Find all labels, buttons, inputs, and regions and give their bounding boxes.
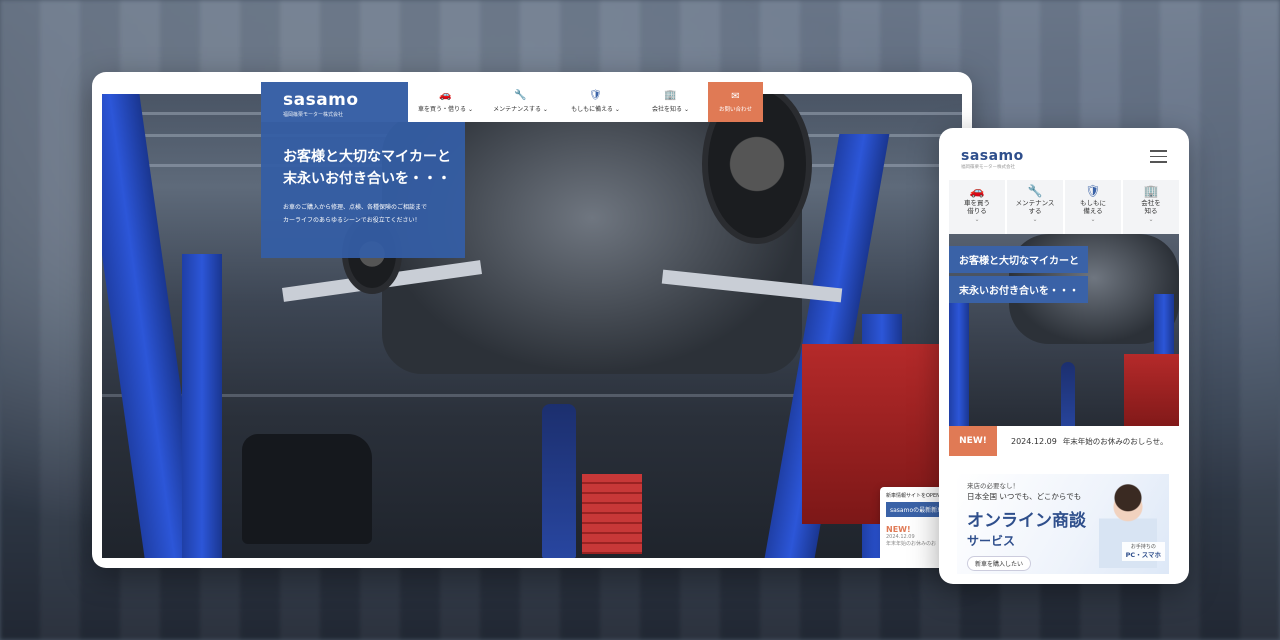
hero-copy-box: お客様と大切なマイカーと 末永いお付き合いを・・・ お車のご購入から修理、点検、… bbox=[261, 122, 465, 258]
mobile-hero-tag-2: 末永いお付き合いを・・・ bbox=[949, 276, 1088, 303]
chevron-down-icon: ⌄ bbox=[1090, 215, 1096, 223]
mobile-nav-insurance[interactable]: 🛡 もしもに 備える ⌄ bbox=[1065, 180, 1121, 234]
chevron-down-icon: ⌄ bbox=[974, 215, 980, 223]
buy-new-car-button[interactable]: 新車を購入したい bbox=[967, 556, 1032, 571]
hero-text: お車のご購入から修理、点検、各種保険のご相談まで カーライフのあらゆるシーンでお… bbox=[283, 202, 465, 227]
site-logo[interactable]: sasamo 福岡篠栗モーター株式会社 bbox=[261, 82, 408, 122]
nav-maintenance[interactable]: 🔧 メンテナンスする ⌄ bbox=[483, 82, 558, 122]
desktop-mockup: 新車情報サイトをOPENし sasamoの最新新車 NEW! 2024.12.0… bbox=[92, 72, 972, 568]
hamburger-menu-icon[interactable] bbox=[1150, 150, 1167, 167]
car-icon: 🚗 bbox=[439, 90, 452, 101]
nav-label: もしもに備える ⌄ bbox=[571, 106, 620, 113]
global-nav: 🚗 車を買う・借りる ⌄ 🔧 メンテナンスする ⌄ 🛡 もしもに備える ⌄ 🏢 … bbox=[408, 82, 763, 122]
hero-text-line1: お車のご購入から修理、点検、各種保険のご相談まで bbox=[283, 204, 428, 212]
nav-company[interactable]: 🏢 会社を知る ⌄ bbox=[633, 82, 708, 122]
nav-label-line2: 借りる bbox=[967, 206, 987, 215]
contact-label: お問い合わせ bbox=[718, 106, 752, 113]
banner-title-2: サービス bbox=[967, 534, 1016, 548]
nav-label-line2: する bbox=[1028, 206, 1042, 215]
mobile-hero-tag-1: お客様と大切なマイカーと bbox=[949, 246, 1088, 273]
news-date: 2024.12.09 bbox=[1011, 436, 1057, 446]
mobile-nav: 🚗 車を買う 借りる ⌄ 🔧 メンテナンス する ⌄ 🛡 もしもに 備える ⌄ … bbox=[949, 180, 1179, 234]
banner-mid-text: 日本全国 いつでも、どこからでも bbox=[967, 492, 1082, 501]
mobile-nav-buy-rent[interactable]: 🚗 車を買う 借りる ⌄ bbox=[949, 180, 1005, 234]
nav-buy-rent[interactable]: 🚗 車を買う・借りる ⌄ bbox=[408, 82, 483, 122]
brand-subtitle: 福岡篠栗モーター株式会社 bbox=[283, 112, 344, 118]
chevron-down-icon: ⌄ bbox=[1032, 215, 1038, 223]
mail-icon: ✉ bbox=[731, 90, 740, 102]
mobile-news-row[interactable]: NEW! 2024.12.09 年末年始のお休みのおしらせ。 bbox=[949, 426, 1179, 456]
brand-name: sasamo bbox=[283, 90, 359, 110]
banner-title: オンライン商談 bbox=[967, 511, 1086, 531]
hero-text-line2: カーライフのあらゆるシーンでお役立てください！ bbox=[283, 216, 421, 224]
hero-title-line1: お客様と大切なマイカーと bbox=[283, 149, 451, 165]
contact-button[interactable]: ✉ お問い合わせ bbox=[708, 82, 763, 122]
shield-hands-icon: 🛡 bbox=[589, 90, 602, 101]
banner-device-label: お手持ちの PC・スマホ bbox=[1121, 542, 1165, 561]
desktop-screen: 新車情報サイトをOPENし sasamoの最新新車 NEW! 2024.12.0… bbox=[102, 94, 962, 558]
mobile-nav-company[interactable]: 🏢 会社を 知る ⌄ bbox=[1123, 180, 1179, 234]
mobile-mockup: sasamo 福岡篠栗モーター株式会社 🚗 車を買う 借りる ⌄ 🔧 メンテナン… bbox=[939, 128, 1189, 584]
mobile-hero-image: お客様と大切なマイカーと 末永いお付き合いを・・・ bbox=[949, 234, 1179, 434]
mobile-nav-maintenance[interactable]: 🔧 メンテナンス する ⌄ bbox=[1007, 180, 1063, 234]
wrench-icon: 🔧 bbox=[1027, 184, 1043, 198]
nav-label: 車を買う・借りる ⌄ bbox=[418, 106, 473, 113]
mobile-header: sasamo 福岡篠栗モーター株式会社 bbox=[939, 128, 1189, 180]
banner-small-text: 来店の必要なし！ bbox=[967, 482, 1019, 490]
nav-label-line2: 備える bbox=[1083, 206, 1103, 215]
hero-garage-image bbox=[102, 94, 962, 558]
nav-label: メンテナンスする ⌄ bbox=[493, 106, 548, 113]
shield-hands-icon: 🛡 bbox=[1085, 184, 1101, 198]
nav-label-line2: 知る bbox=[1144, 206, 1158, 215]
online-consult-banner[interactable]: 来店の必要なし！ 日本全国 いつでも、どこからでも オンライン商談 サービス 新… bbox=[957, 474, 1169, 574]
banner-device-small: お手持ちの bbox=[1130, 544, 1156, 550]
building-icon: 🏢 bbox=[664, 90, 677, 101]
car-icon: 🚗 bbox=[969, 184, 985, 198]
news-new-badge: NEW! bbox=[949, 426, 997, 456]
building-icon: 🏢 bbox=[1143, 184, 1159, 198]
nav-insurance[interactable]: 🛡 もしもに備える ⌄ bbox=[558, 82, 633, 122]
news-text: 年末年始のお休みのおしらせ。 bbox=[1062, 436, 1168, 446]
chevron-down-icon: ⌄ bbox=[1148, 215, 1154, 223]
wrench-icon: 🔧 bbox=[514, 90, 527, 101]
nav-label: 会社を知る ⌄ bbox=[652, 106, 689, 113]
banner-device-text: PC・スマホ bbox=[1125, 550, 1161, 559]
hero-title-line2: 末永いお付き合いを・・・ bbox=[283, 170, 451, 187]
